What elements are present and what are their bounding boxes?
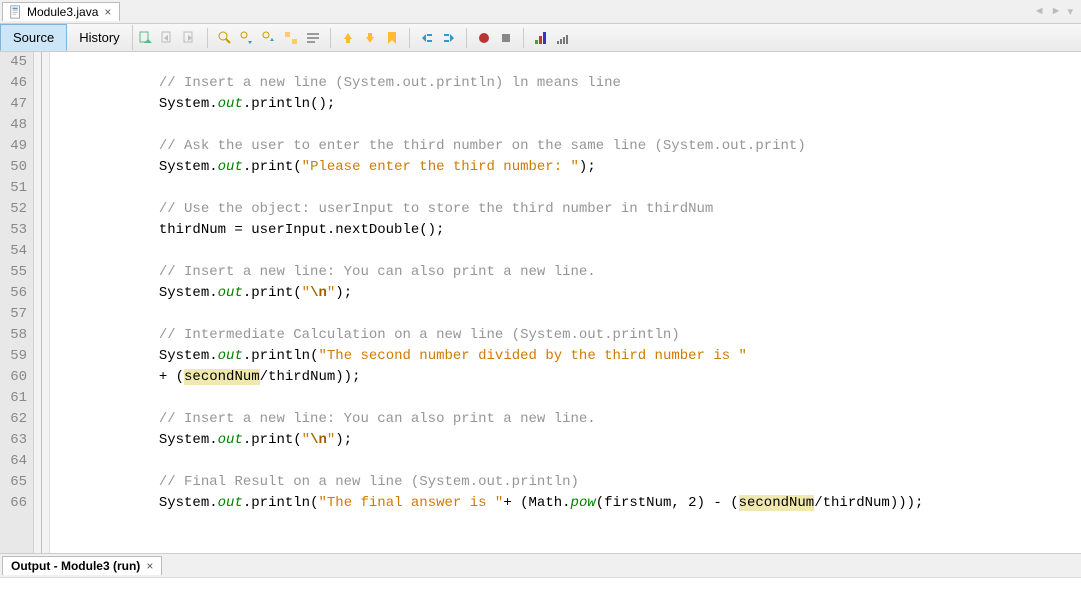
back-icon[interactable] bbox=[159, 29, 177, 47]
close-tab-button[interactable]: × bbox=[102, 5, 113, 19]
toggle-bookmark-icon[interactable] bbox=[383, 29, 401, 47]
code-area[interactable]: // Insert a new line (System.out.println… bbox=[50, 52, 923, 553]
close-output-button[interactable]: × bbox=[146, 559, 153, 573]
line-gutter: 4546474849505152535455565758596061626364… bbox=[0, 52, 34, 553]
tab-bar-controls: ◄ ► ▾ bbox=[1032, 3, 1081, 20]
shift-right-icon[interactable] bbox=[440, 29, 458, 47]
output-tab-label: Output - Module3 (run) bbox=[11, 559, 140, 573]
bookmark-list-icon[interactable] bbox=[304, 29, 322, 47]
comment-icon[interactable] bbox=[532, 29, 550, 47]
find-selection-icon[interactable] bbox=[216, 29, 234, 47]
last-edit-icon[interactable] bbox=[137, 29, 155, 47]
shift-left-icon[interactable] bbox=[418, 29, 436, 47]
file-tab-module3[interactable]: Module3.java × bbox=[2, 2, 120, 21]
file-tab-bar: Module3.java × ◄ ► ▾ bbox=[0, 0, 1081, 24]
code-editor[interactable]: 4546474849505152535455565758596061626364… bbox=[0, 52, 1081, 553]
output-panel bbox=[0, 577, 1081, 589]
tab-history[interactable]: History bbox=[67, 25, 132, 50]
tab-prev-icon[interactable]: ◄ bbox=[1032, 3, 1047, 20]
output-tab[interactable]: Output - Module3 (run) × bbox=[2, 556, 162, 575]
tab-next-icon[interactable]: ► bbox=[1049, 3, 1064, 20]
uncomment-icon[interactable] bbox=[554, 29, 572, 47]
find-prev-icon[interactable] bbox=[238, 29, 256, 47]
next-bookmark-icon[interactable] bbox=[361, 29, 379, 47]
file-tab-label: Module3.java bbox=[27, 5, 98, 19]
java-file-icon bbox=[9, 5, 23, 19]
find-next-icon[interactable] bbox=[260, 29, 278, 47]
fold-column bbox=[34, 52, 50, 553]
output-tab-bar: Output - Module3 (run) × bbox=[0, 553, 1081, 577]
start-macro-icon[interactable] bbox=[475, 29, 493, 47]
stop-macro-icon[interactable] bbox=[497, 29, 515, 47]
tab-menu-icon[interactable]: ▾ bbox=[1065, 3, 1075, 20]
editor-toolbar: Source History bbox=[0, 24, 1081, 52]
prev-bookmark-icon[interactable] bbox=[339, 29, 357, 47]
tab-source[interactable]: Source bbox=[0, 24, 67, 51]
forward-icon[interactable] bbox=[181, 29, 199, 47]
toggle-highlight-icon[interactable] bbox=[282, 29, 300, 47]
